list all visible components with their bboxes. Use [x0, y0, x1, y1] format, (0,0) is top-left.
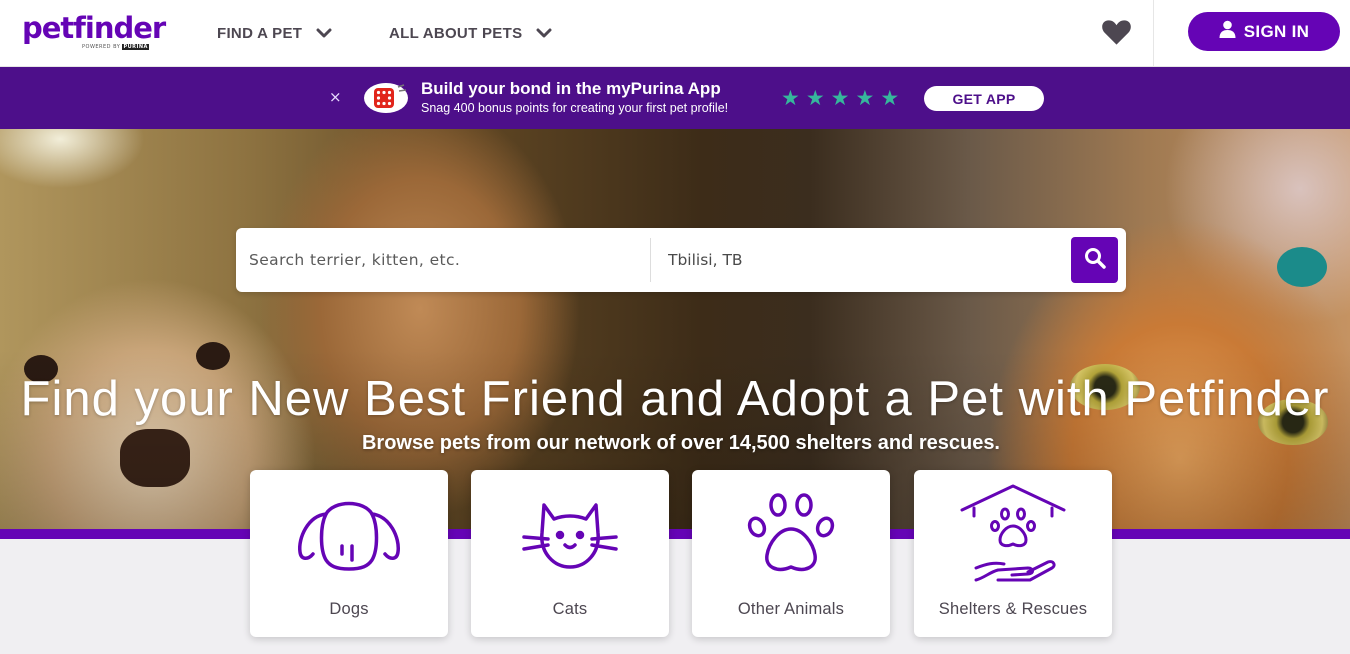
category-card-cats[interactable]: Cats: [471, 470, 669, 637]
dog-icon: [250, 484, 448, 584]
logo-wordmark: petfinder: [22, 11, 166, 45]
star-icon: ★: [880, 86, 900, 110]
paw-icon: [692, 484, 890, 584]
purina-app-banner: × Build your bond in the myPurina App Sn…: [0, 67, 1350, 129]
banner-subtitle: Snag 400 bonus points for creating your …: [421, 101, 729, 115]
close-icon[interactable]: ×: [329, 87, 342, 107]
rating-stars: ★ ★ ★ ★ ★: [781, 86, 900, 110]
heart-icon[interactable]: [1101, 18, 1132, 50]
logo-tagline: POWERED BY PURINA: [82, 44, 149, 50]
sign-in-label: SIGN IN: [1243, 21, 1310, 41]
nav-all-about-pets[interactable]: ALL ABOUT PETS: [389, 22, 552, 44]
chevron-down-icon: [536, 28, 552, 38]
category-section-bg: [0, 539, 1350, 654]
category-label: Cats: [552, 600, 588, 618]
nav-find-a-pet-label: FIND A PET: [217, 24, 303, 42]
hero-image: [0, 129, 1350, 529]
category-card-other-animals[interactable]: Other Animals: [692, 470, 890, 637]
category-label: Dogs: [329, 600, 369, 618]
nav-find-a-pet[interactable]: FIND A PET: [217, 22, 332, 44]
top-nav: petfinder POWERED BY PURINA FIND A PET A…: [0, 0, 1350, 67]
cat-icon: [471, 484, 669, 584]
chevron-down-icon: [316, 28, 332, 38]
star-icon: ★: [830, 86, 850, 110]
banner-title: Build your bond in the myPurina App: [421, 79, 721, 98]
location-input[interactable]: [651, 228, 1051, 292]
nav-all-about-pets-label: ALL ABOUT PETS: [389, 24, 523, 42]
accent-stripe: [0, 529, 1350, 539]
category-label: Shelters & Rescues: [938, 600, 1088, 618]
pet-search-input[interactable]: [236, 228, 650, 292]
get-app-button[interactable]: GET APP: [924, 86, 1044, 111]
sign-in-button[interactable]: SIGN IN: [1188, 12, 1340, 51]
user-icon: [1219, 20, 1236, 43]
star-icon: ★: [781, 86, 800, 110]
shelter-icon: [914, 484, 1112, 584]
pet-search-bar: [236, 228, 1126, 292]
hero-subheadline: Browse pets from our network of over 14,…: [361, 432, 1000, 454]
star-icon: ★: [805, 86, 825, 110]
hero-headline: Find your New Best Friend and Adopt a Pe…: [20, 372, 1330, 426]
search-icon: [1083, 246, 1107, 274]
category-card-dogs[interactable]: Dogs: [250, 470, 448, 637]
search-button[interactable]: [1071, 237, 1118, 283]
star-icon: ★: [855, 86, 875, 110]
category-card-shelters[interactable]: Shelters & Rescues: [914, 470, 1112, 637]
nav-divider: [1153, 0, 1154, 67]
category-label: Other Animals: [737, 600, 845, 618]
purina-app-icon: [362, 81, 410, 119]
petfinder-logo[interactable]: petfinder POWERED BY PURINA: [22, 11, 166, 50]
